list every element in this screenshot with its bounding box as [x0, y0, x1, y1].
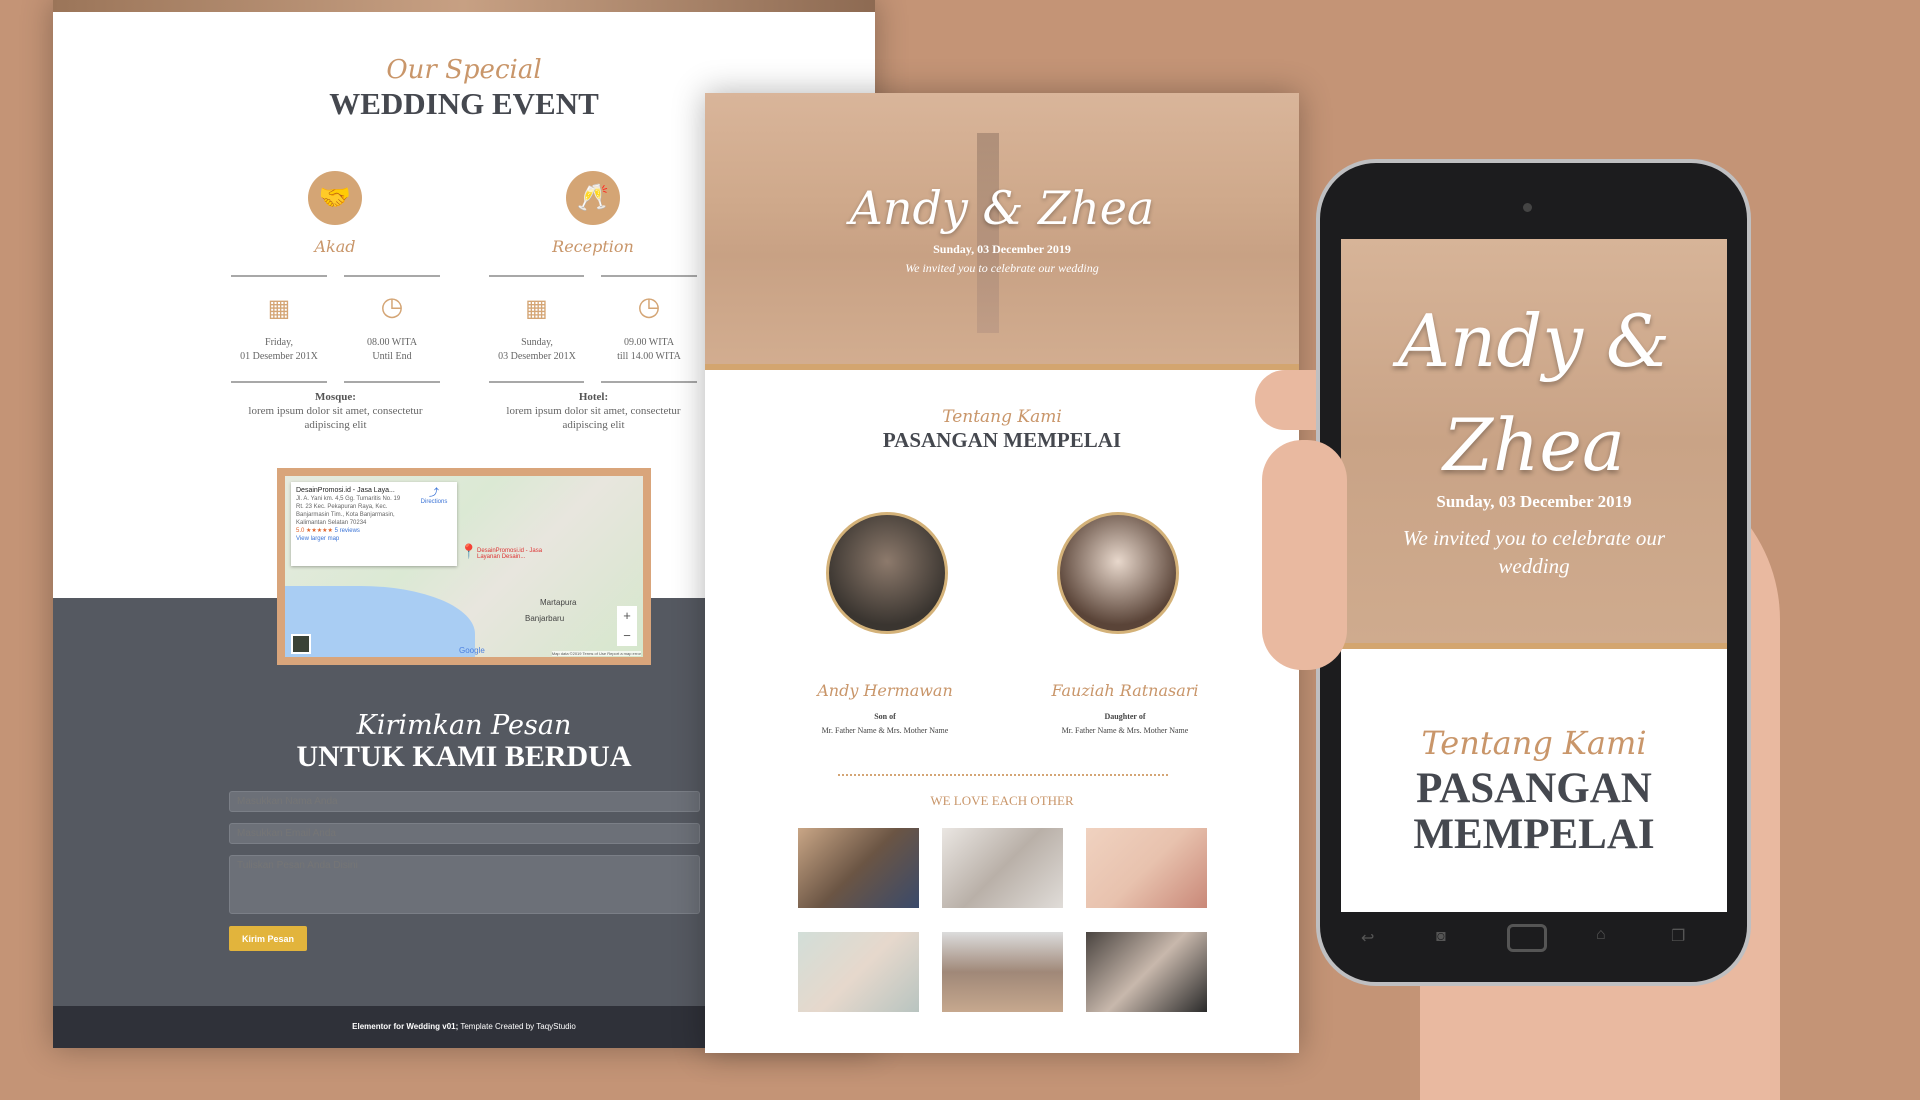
gallery-photo[interactable]	[798, 828, 919, 908]
home-icon[interactable]: ⌂	[1596, 926, 1606, 944]
camera-icon[interactable]: ◙	[1436, 928, 1446, 946]
thumb	[1262, 440, 1347, 670]
calendar-icon: ▦	[267, 296, 291, 322]
hero-title: Andy & Zhea	[849, 181, 1155, 235]
phone-hero: Andy & Zhea Sunday, 03 December 2019 We i…	[1341, 239, 1727, 649]
groom-portrait	[826, 512, 948, 634]
couple-page: Andy & Zhea Sunday, 03 December 2019 We …	[705, 93, 1299, 1053]
satellite-toggle[interactable]	[291, 634, 311, 654]
handshake-icon: 🤝	[308, 171, 362, 225]
phone-nav-bar: ↩ ◙ ⌂ ❐	[1341, 912, 1727, 968]
event-name-reception: Reception	[552, 237, 634, 256]
about-title: PASANGAN MEMPELAI	[882, 428, 1122, 452]
gallery-photo[interactable]	[1086, 828, 1207, 908]
groom-name: Andy Hermawan	[817, 681, 953, 700]
phone-screen: Andy & Zhea Sunday, 03 December 2019 We i…	[1341, 239, 1727, 912]
home-button[interactable]	[1507, 924, 1547, 952]
about-script: Tentang Kami	[942, 407, 1062, 427]
send-message-button[interactable]: Kirim Pesan	[229, 926, 307, 951]
map-city: Martapura	[540, 598, 577, 607]
bride-portrait	[1057, 512, 1179, 634]
gallery-photo[interactable]	[1086, 932, 1207, 1012]
clock-icon: ◷	[637, 292, 661, 321]
gallery-title: WE LOVE EACH OTHER	[930, 793, 1074, 808]
hero-banner: Andy & Zhea Sunday, 03 December 2019 We …	[705, 93, 1299, 370]
front-camera	[1523, 203, 1532, 212]
directions-link[interactable]: ⤴ Directions	[417, 488, 451, 506]
reception-date: Sunday, 03 Desember 201X	[498, 337, 576, 362]
map-pin-label: DesainPromosi.id - Jasa Layanan Desain..…	[477, 548, 543, 560]
akad-date: Friday, 01 Desember 201X	[240, 337, 318, 362]
back-icon[interactable]: ↩	[1361, 928, 1374, 948]
phone-hero-invite: We invited you to celebrate our wedding	[1402, 526, 1666, 578]
map-embed[interactable]: DesainPromosi.id - Jasa Laya... Jl. A. Y…	[277, 468, 651, 665]
name-input[interactable]	[229, 791, 700, 812]
toast-glasses-icon: 🥂	[566, 171, 620, 225]
phone-about-script: Tentang Kami	[1421, 724, 1647, 762]
gallery-photo[interactable]	[942, 828, 1063, 908]
zoom-controls[interactable]: + −	[617, 606, 637, 646]
event-name-akad: Akad	[314, 237, 356, 256]
google-logo: Google	[459, 646, 485, 655]
map-pin-icon[interactable]: 📍	[460, 544, 477, 561]
email-input[interactable]	[229, 823, 700, 844]
phone-hero-title: Andy & Zhea	[1397, 299, 1671, 487]
footer-credit: Template Created by TaqyStudio	[458, 1022, 576, 1031]
calendar-icon: ▦	[525, 296, 548, 322]
directions-icon: ⤴	[429, 488, 439, 499]
view-larger-map-link[interactable]: View larger map	[296, 535, 452, 543]
map-info-card: DesainPromosi.id - Jasa Laya... Jl. A. Y…	[291, 482, 457, 566]
footer-bold: Elementor for Wedding v01;	[352, 1022, 459, 1031]
reception-place: Hotel: lorem ipsum dolor sit amet, consec…	[506, 391, 681, 431]
map-attribution: Map data ©2019 Terms of Use Report a map…	[551, 651, 641, 656]
groom-parents: Son of Mr. Father Name & Mrs. Mother Name	[821, 712, 949, 735]
akad-time: 08.00 WITA Until End	[366, 337, 418, 362]
zoom-in-button[interactable]: +	[617, 606, 637, 626]
hero-date: Sunday, 03 December 2019	[933, 242, 1071, 256]
reception-time: 09.00 WITA till 14.00 WITA	[617, 337, 681, 362]
hero-invite: We invited you to celebrate our wedding	[905, 261, 1099, 275]
wavy-divider	[838, 772, 1168, 776]
section-script: Our Special	[386, 55, 542, 85]
message-textarea[interactable]	[229, 855, 700, 914]
clock-icon: ◷	[380, 292, 404, 321]
gallery-photo[interactable]	[942, 932, 1063, 1012]
gallery-photo[interactable]	[798, 932, 919, 1012]
phone-about-title: PASANGAN MEMPELAI	[1413, 765, 1655, 858]
akad-place: Mosque: lorem ipsum dolor sit amet, conse…	[248, 391, 423, 431]
map-water	[285, 586, 475, 657]
recent-apps-icon[interactable]: ❐	[1671, 926, 1685, 946]
top-photo-strip	[53, 0, 875, 12]
map-city: Banjarbaru	[525, 614, 565, 623]
bride-name: Fauziah Ratnasari	[1051, 681, 1199, 700]
bride-parents: Daughter of Mr. Father Name & Mrs. Mother…	[1061, 712, 1189, 735]
zoom-out-button[interactable]: −	[617, 626, 637, 646]
phone-hero-date: Sunday, 03 December 2019	[1436, 492, 1632, 511]
